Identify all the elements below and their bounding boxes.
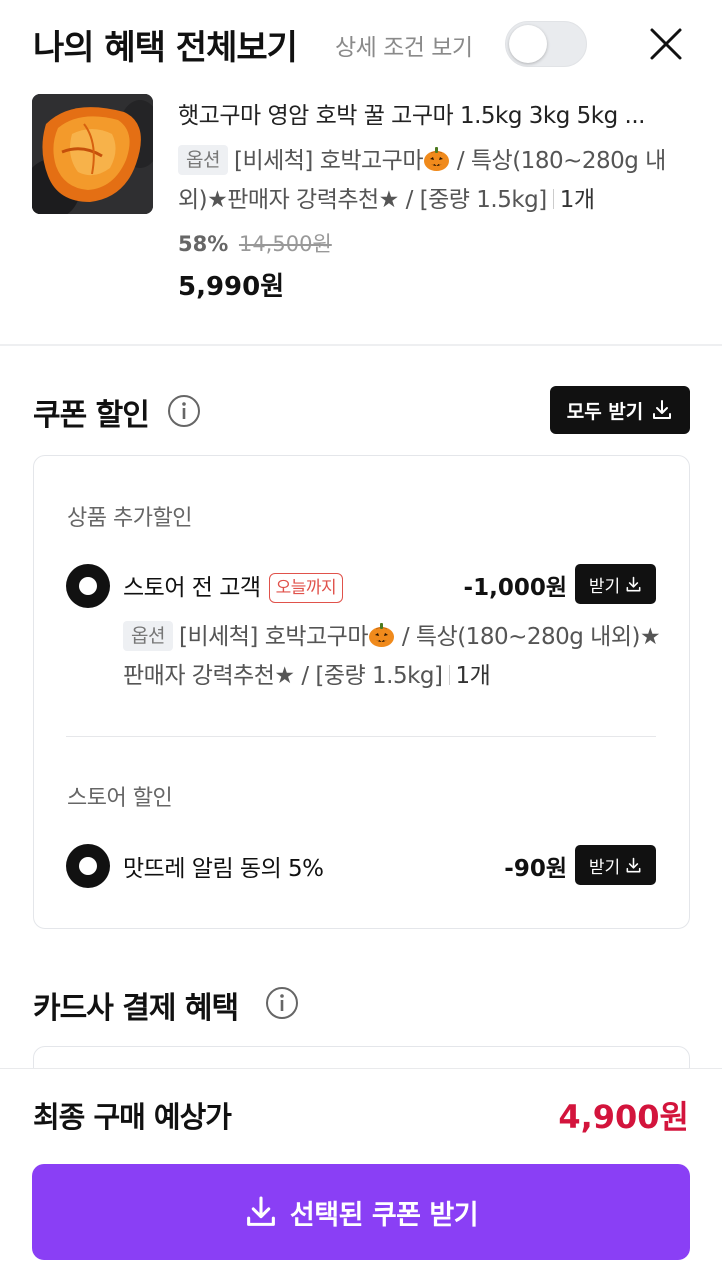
- close-icon: [650, 28, 682, 60]
- coupon-section-title: 쿠폰 할인: [33, 398, 150, 433]
- download-icon: [653, 400, 672, 419]
- toggle-knob: [509, 25, 547, 63]
- download-all-button[interactable]: 모두 받기: [550, 386, 690, 434]
- separator: [448, 665, 450, 685]
- get-coupon-label: 받기: [588, 857, 621, 878]
- coupon-group-divider: [66, 736, 656, 737]
- product-price: 5,990원: [178, 272, 285, 302]
- discount-rate: 58%: [178, 232, 229, 256]
- detail-conditions-toggle[interactable]: [505, 21, 587, 67]
- option-text: [비세척] 호박고구마: [233, 148, 424, 174]
- info-icon[interactable]: [265, 986, 299, 1020]
- pumpkin-icon: [369, 623, 395, 647]
- coupon-name-text: 스토어 전 고객: [123, 575, 261, 601]
- coupon-group-label: 스토어 할인: [67, 786, 173, 811]
- coupon-amount: -90원: [504, 856, 567, 882]
- coupon-amount: -1,000원: [463, 575, 567, 601]
- product-option: 옵션 [비세척] 호박고구마 / 특상(180~280g 내외)★판매자 강력추천…: [178, 142, 693, 220]
- coupon-name: 맛뜨레 알림 동의 5%: [123, 856, 324, 882]
- product-quantity: 1개: [559, 187, 595, 213]
- coupon-name: 스토어 전 고객 오늘까지: [123, 568, 344, 603]
- close-button[interactable]: [646, 24, 686, 64]
- product-image: [32, 94, 153, 214]
- coupon-quantity: 1개: [455, 663, 491, 689]
- download-all-label: 모두 받기: [566, 400, 644, 423]
- product-name: 햇고구마 영암 호박 꿀 고구마 1.5kg 3kg 5kg ...: [178, 103, 645, 129]
- coupon-radio-notification[interactable]: [66, 844, 110, 888]
- coupon-option: 옵션 [비세척] 호박고구마 / 특상(180~280g 내외)★판매자 강력추천…: [123, 618, 663, 696]
- pumpkin-icon: [424, 147, 450, 171]
- section-divider: [0, 344, 722, 346]
- coupon-group-label: 상품 추가할인: [67, 506, 192, 531]
- option-text: [비세척] 호박고구마: [178, 624, 369, 650]
- option-badge: 옵션: [178, 145, 228, 175]
- card-benefit-title: 카드사 결제 혜택: [33, 991, 239, 1026]
- get-coupon-button[interactable]: 받기: [575, 845, 656, 885]
- get-selected-coupons-button[interactable]: 선택된 쿠폰 받기: [32, 1164, 690, 1260]
- today-only-badge: 오늘까지: [268, 573, 344, 603]
- main-button-label: 선택된 쿠폰 받기: [289, 1199, 479, 1231]
- download-icon: [246, 1196, 275, 1226]
- download-icon: [626, 576, 641, 591]
- price-row: 58% 14,500원: [178, 228, 332, 258]
- get-coupon-button[interactable]: 받기: [575, 564, 656, 604]
- coupon-radio-store-all[interactable]: [66, 564, 110, 608]
- page-title: 나의 혜택 전체보기: [33, 28, 298, 68]
- header: 나의 혜택 전체보기 상세 조건 보기: [0, 0, 722, 88]
- total-label: 최종 구매 예상가: [33, 1100, 232, 1134]
- info-icon[interactable]: [167, 394, 201, 428]
- original-price: 14,500원: [238, 232, 332, 256]
- download-icon: [626, 857, 641, 872]
- detail-conditions-label: 상세 조건 보기: [335, 35, 473, 61]
- total-value: 4,900원: [558, 1098, 689, 1136]
- separator: [552, 189, 554, 209]
- option-badge: 옵션: [123, 621, 173, 651]
- get-coupon-label: 받기: [588, 576, 621, 597]
